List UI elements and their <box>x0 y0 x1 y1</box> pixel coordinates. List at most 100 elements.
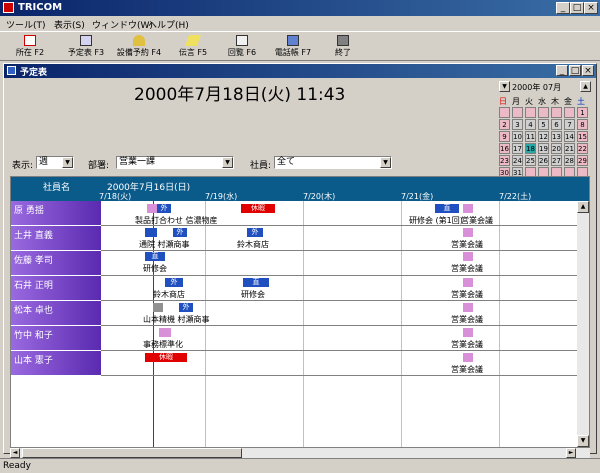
day-header[interactable]: 7/22(土) <box>499 191 531 202</box>
event-text[interactable]: 営業会議 <box>461 215 493 226</box>
schedule-close-button[interactable]: × <box>582 65 594 76</box>
event-marker[interactable] <box>463 303 473 312</box>
event-text[interactable]: 営業会議 <box>451 364 483 375</box>
scroll-right-button[interactable]: ► <box>566 448 576 458</box>
outside-chip[interactable]: 外 <box>179 303 193 312</box>
leave-chip[interactable]: 休暇 <box>145 353 187 362</box>
employee-name[interactable]: 土井 直義 <box>11 226 101 251</box>
department-select[interactable]: 営業一課 ▼ <box>116 156 234 169</box>
employee-name[interactable]: 原 勇揺 <box>11 201 101 226</box>
event-marker[interactable] <box>463 278 473 287</box>
calendar-day[interactable]: 21 <box>564 143 575 154</box>
schedule-minimize-button[interactable]: _ <box>556 65 568 76</box>
direct-chip[interactable]: 直 <box>435 204 459 213</box>
outside-chip[interactable]: 外 <box>157 204 171 213</box>
calendar-day[interactable]: 22 <box>577 143 588 154</box>
calendar-day[interactable]: 24 <box>512 155 523 166</box>
event-marker[interactable] <box>463 204 473 213</box>
maximize-button[interactable]: □ <box>570 2 584 14</box>
event-marker[interactable] <box>463 252 473 261</box>
menu-view[interactable]: 表示(S) <box>54 18 85 31</box>
outside-chip[interactable]: 外 <box>165 278 183 287</box>
day-header[interactable]: 7/19(水) <box>205 191 237 202</box>
location-button[interactable]: 所在 F2 <box>8 34 52 60</box>
event-text[interactable]: 営業会議 <box>451 263 483 274</box>
schedule-maximize-button[interactable]: □ <box>569 65 581 76</box>
calendar-day[interactable]: 23 <box>499 155 510 166</box>
calendar-day[interactable]: 17 <box>512 143 523 154</box>
calendar-day[interactable]: 11 <box>525 131 536 142</box>
event-text[interactable]: 鈴木商店 <box>153 289 185 300</box>
event-text[interactable]: 鈴木商店 <box>237 239 269 250</box>
calendar-day[interactable]: 2 <box>499 119 510 130</box>
minimize-button[interactable]: _ <box>556 2 570 14</box>
calendar-day[interactable]: 8 <box>577 119 588 130</box>
day-header[interactable]: 7/21(金) <box>401 191 433 202</box>
calendar-day[interactable]: 26 <box>538 155 549 166</box>
display-select[interactable]: 週 ▼ <box>36 156 74 169</box>
calendar-day[interactable]: 16 <box>499 143 510 154</box>
calendar-day[interactable]: 13 <box>551 131 562 142</box>
horizontal-scrollbar[interactable]: ◄ ► <box>10 448 590 458</box>
scroll-thumb[interactable] <box>22 448 242 458</box>
event-marker[interactable] <box>147 204 157 213</box>
event-text[interactable]: 研修会 (第1回) <box>409 215 463 226</box>
employee-name[interactable]: 山本 憲子 <box>11 351 101 376</box>
leave-chip[interactable]: 休暇 <box>241 204 275 213</box>
event-text[interactable]: 事務標準化 <box>143 339 183 350</box>
menu-window[interactable]: ウィンドウ(W) <box>92 18 153 31</box>
calendar-day[interactable]: 28 <box>564 155 575 166</box>
direct-chip[interactable]: 直 <box>145 252 165 261</box>
calendar-day[interactable]: 27 <box>551 155 562 166</box>
direct-chip[interactable]: 直 <box>243 278 269 287</box>
event-text[interactable]: 営業会議 <box>451 289 483 300</box>
schedule-button[interactable]: 予定表 F3 <box>62 34 110 60</box>
day-header[interactable]: 7/18(火) <box>99 191 131 202</box>
facility-booking-button[interactable]: 設備予約 F4 <box>114 34 164 60</box>
circulation-button[interactable]: 回覧 F6 <box>224 34 260 60</box>
outside-chip[interactable]: 外 <box>247 228 263 237</box>
menu-help[interactable]: ヘルプ(H) <box>148 18 189 31</box>
event-text[interactable]: 研修会 <box>143 263 167 274</box>
calendar-day[interactable]: 12 <box>538 131 549 142</box>
next-month-button[interactable]: ▲ <box>580 81 591 92</box>
event-text[interactable]: 営業会議 <box>451 314 483 325</box>
close-button[interactable]: × <box>584 2 598 14</box>
calendar-day[interactable]: 5 <box>538 119 549 130</box>
outside-chip[interactable]: 外 <box>173 228 187 237</box>
event-text[interactable]: 営業会議 <box>451 239 483 250</box>
event-marker[interactable] <box>463 328 473 337</box>
phonebook-button[interactable]: 電話帳 F7 <box>272 34 314 60</box>
calendar-day[interactable]: 7 <box>564 119 575 130</box>
event-text[interactable]: 研修会 <box>241 289 265 300</box>
calendar-day[interactable]: 20 <box>551 143 562 154</box>
exit-button[interactable]: 終了 <box>330 34 356 60</box>
event-marker[interactable] <box>463 353 473 362</box>
event-text[interactable]: 山本精機 村瀬商事 <box>143 314 210 325</box>
employee-name[interactable]: 松本 卓也 <box>11 301 101 326</box>
event-text[interactable]: 通院 村瀬商事 <box>139 239 190 250</box>
scroll-up-button[interactable]: ▲ <box>577 201 589 213</box>
calendar-day[interactable]: 15 <box>577 131 588 142</box>
vertical-scrollbar[interactable]: ▲ ▼ <box>577 201 589 447</box>
scroll-down-button[interactable]: ▼ <box>577 435 589 447</box>
prev-month-button[interactable]: ▼ <box>499 81 510 92</box>
calendar-day[interactable]: 4 <box>525 119 536 130</box>
calendar-day[interactable]: 14 <box>564 131 575 142</box>
calendar-day[interactable]: 3 <box>512 119 523 130</box>
message-button[interactable]: 伝言 F5 <box>174 34 212 60</box>
calendar-day[interactable]: 18 <box>525 143 536 154</box>
employee-name[interactable]: 竹中 和子 <box>11 326 101 351</box>
calendar-day[interactable]: 10 <box>512 131 523 142</box>
employee-name[interactable]: 石井 正明 <box>11 276 101 301</box>
calendar-day[interactable]: 19 <box>538 143 549 154</box>
event-marker[interactable] <box>153 303 163 312</box>
calendar-day[interactable]: 1 <box>577 107 588 118</box>
scroll-left-button[interactable]: ◄ <box>10 448 20 458</box>
staff-select[interactable]: 全て ▼ <box>274 156 392 169</box>
calendar-day[interactable]: 25 <box>525 155 536 166</box>
event-marker[interactable] <box>159 328 171 337</box>
calendar-day[interactable]: 6 <box>551 119 562 130</box>
day-header[interactable]: 7/20(木) <box>303 191 335 202</box>
calendar-day[interactable]: 29 <box>577 155 588 166</box>
